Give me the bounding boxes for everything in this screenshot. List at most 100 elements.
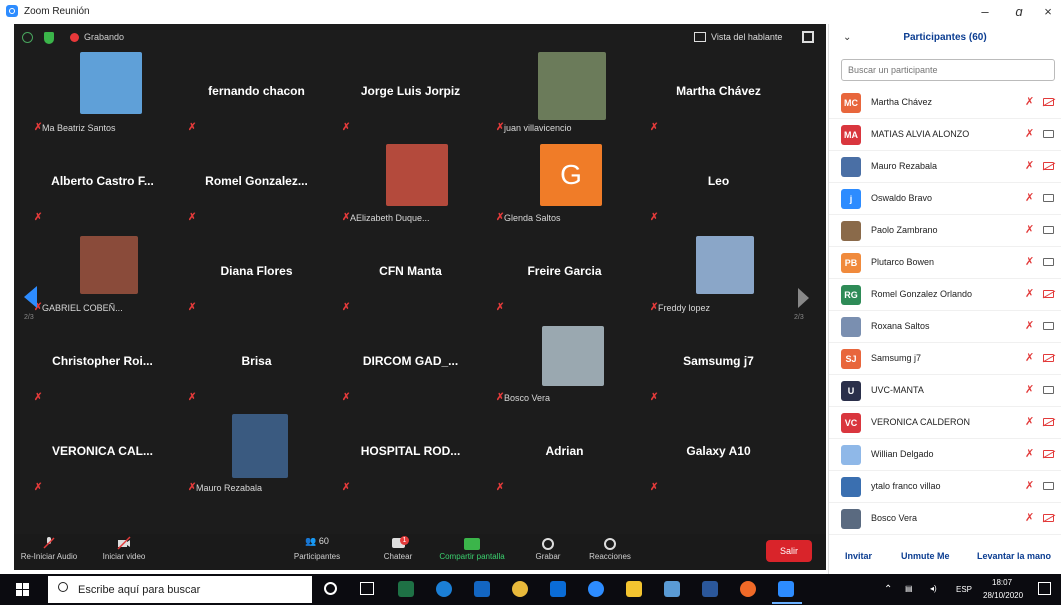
share-screen-button[interactable]: Compartir pantalla	[432, 536, 512, 561]
camera-off-icon	[1043, 354, 1054, 362]
video-tile[interactable]: DIRCOM GAD_... ✗	[338, 320, 483, 405]
taskbar-search-box[interactable]: Escribe aquí para buscar	[48, 576, 312, 603]
participant-row[interactable]: Willian Delgado ✗	[829, 439, 1061, 471]
audio-button[interactable]: Re-Iniciar Audio	[14, 536, 84, 561]
participant-row[interactable]: MA MATIAS ALVIA ALONZO ✗	[829, 119, 1061, 151]
video-tile[interactable]: ✗ Ma Beatriz Santos	[30, 50, 175, 135]
notifications-icon[interactable]	[1038, 582, 1051, 595]
video-tile[interactable]: Diana Flores ✗	[184, 230, 329, 315]
firefox-app-icon[interactable]	[740, 581, 756, 597]
speaker-view-button[interactable]: Vista del hablante	[711, 32, 782, 42]
cortana-icon[interactable]	[324, 582, 337, 595]
participants-panel-title: Participantes (60)	[903, 32, 987, 43]
next-page-arrow-icon[interactable]	[798, 288, 809, 308]
video-tile[interactable]: ✗ GABRIEL COBEÑ...	[30, 230, 175, 315]
camera-icon	[1043, 194, 1054, 202]
participant-row[interactable]: j Oswaldo Bravo ✗	[829, 183, 1061, 215]
chat-button[interactable]: 1 Chatear	[376, 536, 420, 561]
security-shield-icon[interactable]	[44, 32, 54, 44]
participant-row[interactable]: RG Romel Gonzalez Orlando ✗	[829, 279, 1061, 311]
recording-dot-icon	[70, 33, 79, 42]
video-tile[interactable]: CFN Manta ✗	[338, 230, 483, 315]
video-tile[interactable]: ✗ Mauro Rezabala	[184, 410, 329, 495]
unmute-me-button[interactable]: Unmute Me	[901, 551, 950, 561]
clock-time[interactable]: 18:07	[992, 578, 1012, 587]
page-indicator-left: 2/3	[24, 314, 34, 321]
info-icon[interactable]	[22, 32, 33, 43]
participant-row[interactable]: Bosco Vera ✗	[829, 503, 1061, 535]
video-tile[interactable]: Brisa ✗	[184, 320, 329, 405]
tile-participant-name: Adrian	[545, 444, 584, 458]
video-tile[interactable]: Freire Garcia ✗	[492, 230, 637, 315]
excel-app-icon[interactable]	[398, 581, 414, 597]
participant-row[interactable]: Roxana Saltos ✗	[829, 311, 1061, 343]
camera-off-icon	[117, 536, 131, 550]
video-tile[interactable]: Leo ✗	[646, 140, 791, 225]
windows-start-icon[interactable]	[16, 583, 29, 596]
participant-row[interactable]: Paolo Zambrano ✗	[829, 215, 1061, 247]
invite-button[interactable]: Invitar	[845, 551, 872, 561]
participants-button[interactable]: 👥 60 Participantes	[284, 536, 350, 561]
reactions-button[interactable]: Reacciones	[582, 536, 638, 561]
muted-mic-icon: ✗	[34, 482, 43, 493]
task-view-icon[interactable]	[360, 582, 374, 595]
video-tile[interactable]: VERONICA CAL... ✗	[30, 410, 175, 495]
muted-mic-icon: ✗	[1025, 256, 1035, 268]
file-explorer-app-icon[interactable]	[626, 581, 642, 597]
browser-app-icon[interactable]	[588, 581, 604, 597]
video-tile[interactable]: Martha Chávez ✗	[646, 50, 791, 135]
minimize-button[interactable]: –	[970, 4, 1000, 19]
speaker-view-icon[interactable]	[694, 32, 706, 42]
participant-search-input[interactable]	[841, 59, 1055, 81]
video-tile[interactable]: Christopher Roi... ✗	[30, 320, 175, 405]
record-button[interactable]: Grabar	[528, 536, 568, 561]
language-indicator[interactable]: ESP	[956, 585, 972, 594]
store-app-icon[interactable]	[474, 581, 490, 597]
tray-chevron-icon[interactable]: ⌃	[884, 584, 892, 595]
restore-button[interactable]: ɑ	[1004, 4, 1034, 19]
participant-row[interactable]: MC Martha Chávez ✗	[829, 87, 1061, 119]
participant-row[interactable]: ytalo franco villao ✗	[829, 471, 1061, 503]
zoom-app-icon[interactable]	[778, 581, 794, 597]
video-tile[interactable]: Galaxy A10 ✗	[646, 410, 791, 495]
video-tile[interactable]: fernando chacon ✗	[184, 50, 329, 135]
fullscreen-icon[interactable]	[802, 31, 814, 43]
participant-row[interactable]: VC VERONICA CALDERON ✗	[829, 407, 1061, 439]
participant-row[interactable]: U UVC-MANTA ✗	[829, 375, 1061, 407]
video-tile[interactable]: ✗ Bosco Vera	[492, 320, 637, 405]
muted-mic-icon: ✗	[1025, 352, 1035, 364]
raise-hand-button[interactable]: Levantar la mano	[977, 551, 1051, 561]
chrome-app-icon[interactable]	[512, 581, 528, 597]
tile-name-label: juan villavicencio	[504, 123, 572, 133]
window-title: Zoom Reunión	[24, 5, 90, 17]
clock-date[interactable]: 28/10/2020	[983, 591, 1023, 600]
word-app-icon[interactable]	[702, 581, 718, 597]
video-tile[interactable]: HOSPITAL ROD... ✗	[338, 410, 483, 495]
participants-panel: ⌄ Participantes (60) MCMartha Chávez✗MAM…	[828, 24, 1061, 574]
video-tile[interactable]: Samsumg j7 ✗	[646, 320, 791, 405]
muted-mic-icon: ✗	[1025, 288, 1035, 300]
participant-row[interactable]: PB Plutarco Bowen ✗	[829, 247, 1061, 279]
video-button[interactable]: Iniciar video	[94, 536, 154, 561]
network-icon[interactable]: ▤	[905, 584, 913, 593]
participant-row[interactable]: Mauro Rezabala ✗	[829, 151, 1061, 183]
video-tile[interactable]: ✗ juan villavicencio	[492, 50, 637, 135]
previous-page-arrow-icon[interactable]	[24, 286, 37, 308]
video-tile[interactable]: Jorge Luis Jorpiz ✗	[338, 50, 483, 135]
video-tile[interactable]: G ✗ Glenda Saltos	[492, 140, 637, 225]
participant-row[interactable]: SJ Samsumg j7 ✗	[829, 343, 1061, 375]
edge-app-icon[interactable]	[436, 581, 452, 597]
avatar: MC	[841, 93, 861, 113]
participant-name: Mauro Rezabala	[871, 161, 938, 171]
leave-meeting-button[interactable]: Salir	[766, 540, 812, 562]
calculator-app-icon[interactable]	[664, 581, 680, 597]
close-button[interactable]: ×	[1033, 4, 1061, 19]
video-tile[interactable]: ✗ Freddy lopez	[646, 230, 791, 315]
tile-name-label: Bosco Vera	[504, 393, 551, 403]
video-tile[interactable]: ✗ AElizabeth Duque...	[338, 140, 483, 225]
video-tile[interactable]: Alberto Castro F... ✗	[30, 140, 175, 225]
volume-icon[interactable]: ◂)	[930, 584, 937, 593]
video-tile[interactable]: Adrian ✗	[492, 410, 637, 495]
video-tile[interactable]: Romel Gonzalez... ✗	[184, 140, 329, 225]
outlook-app-icon[interactable]	[550, 581, 566, 597]
